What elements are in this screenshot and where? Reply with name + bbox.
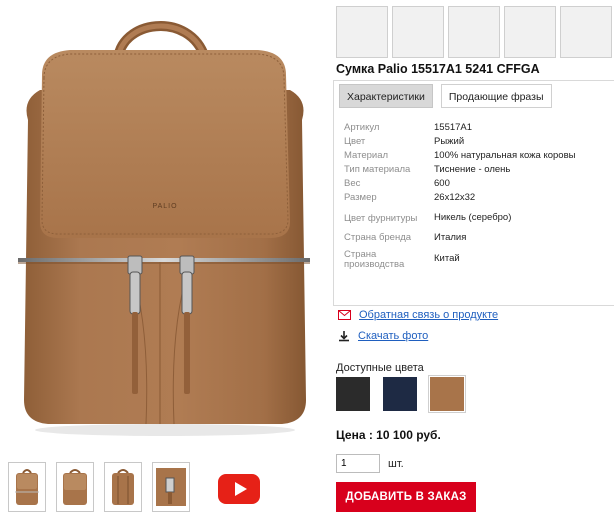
spec-label: Цвет — [344, 136, 366, 147]
product-info-panel: Характеристики Продающие фразы Артикул 1… — [333, 80, 614, 306]
related-thumbnails — [336, 6, 612, 58]
spec-row: Материал 100% натуральная кожа коровы — [344, 149, 575, 163]
related-thumb[interactable] — [504, 6, 556, 58]
feedback-link[interactable]: Обратная связь о продукте — [359, 309, 498, 321]
available-colors-label: Доступные цвета — [336, 362, 424, 374]
spec-value: 600 — [434, 178, 450, 189]
mail-icon — [338, 310, 351, 320]
spec-row: Артикул 15517A1 — [344, 121, 575, 135]
thumbnail-front[interactable] — [8, 462, 46, 512]
product-title: Сумка Palio 15517A1 5241 CFFGA — [336, 62, 540, 76]
download-icon — [339, 331, 349, 342]
main-product-image[interactable]: PALIO — [0, 0, 330, 450]
spec-value: Рыжий — [434, 136, 465, 147]
spec-label: Размер — [344, 192, 377, 203]
spec-row: Страна бренда Италия — [344, 231, 575, 246]
color-swatch-navy[interactable] — [383, 377, 417, 411]
play-icon — [234, 482, 247, 496]
quantity-input[interactable] — [336, 454, 380, 473]
spec-row: Цвет фурнитуры Никель (серебро) — [344, 205, 575, 231]
spec-row: Тип материала Тиснение - олень — [344, 163, 575, 177]
thumbnail-angle[interactable] — [56, 462, 94, 512]
spec-value: 15517A1 — [434, 122, 473, 133]
quantity-row: шт. — [336, 454, 404, 473]
add-to-order-button[interactable]: ДОБАВИТЬ В ЗАКАЗ — [336, 482, 476, 512]
color-swatches — [336, 375, 466, 413]
spec-value: Италия — [434, 232, 467, 243]
color-swatch-black[interactable] — [336, 377, 370, 411]
thumbnail-back[interactable] — [104, 462, 142, 512]
spec-row: Цвет Рыжий — [344, 135, 575, 149]
related-thumb[interactable] — [448, 6, 500, 58]
bag-logo: PALIO — [152, 203, 177, 210]
spec-label: Цвет фурнитуры — [344, 213, 418, 224]
color-swatch-tan[interactable] — [428, 375, 466, 413]
quantity-unit: шт. — [388, 457, 404, 470]
download-row: Скачать фото — [338, 330, 428, 342]
spec-label: Страна бренда — [344, 232, 412, 243]
thumbnail-strip — [8, 462, 190, 512]
related-thumb[interactable] — [560, 6, 612, 58]
spec-row: Вес 600 — [344, 177, 575, 191]
spec-label: Артикул — [344, 122, 380, 133]
price: Цена : 10 100 руб. — [336, 428, 441, 442]
spec-table: Артикул 15517A1 Цвет Рыжий Материал 100%… — [344, 121, 575, 272]
spec-value: Китай — [434, 253, 460, 264]
spec-label: Материал — [344, 150, 389, 161]
spec-label: Страна производства — [344, 249, 405, 270]
spec-label: Вес — [344, 178, 361, 189]
spec-value: Тиснение - олень — [434, 164, 511, 175]
tab-characteristics[interactable]: Характеристики — [339, 84, 433, 108]
spec-row: Страна производства Китай — [344, 246, 575, 272]
feedback-row: Обратная связь о продукте — [338, 309, 498, 321]
tab-bar: Характеристики Продающие фразы — [334, 81, 614, 108]
tab-selling-phrases[interactable]: Продающие фразы — [440, 84, 552, 108]
spec-value: 26x12x32 — [434, 192, 476, 203]
related-thumb[interactable] — [392, 6, 444, 58]
spec-value: 100% натуральная кожа коровы — [434, 150, 576, 161]
related-thumb[interactable] — [336, 6, 388, 58]
download-photo-link[interactable]: Скачать фото — [358, 330, 428, 342]
spec-row: Размер 26x12x32 — [344, 191, 575, 205]
thumbnail-detail[interactable] — [152, 462, 190, 512]
spec-value: Никель (серебро) — [434, 212, 512, 223]
spec-label: Тип материала — [344, 164, 411, 175]
youtube-video-button[interactable] — [218, 474, 260, 504]
